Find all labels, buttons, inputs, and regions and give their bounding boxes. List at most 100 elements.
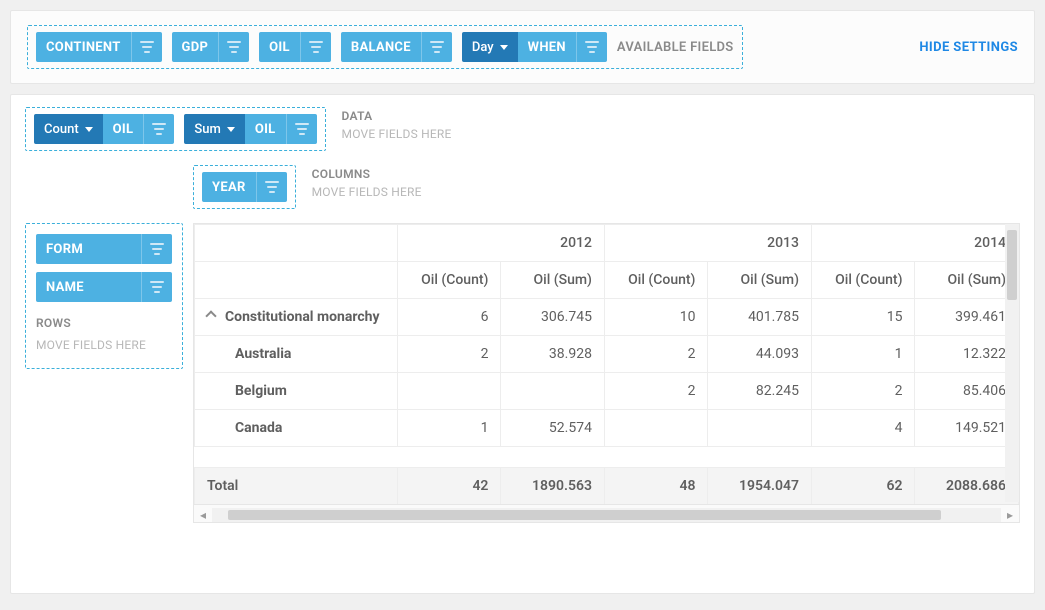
field-agg-selector[interactable]: Count bbox=[34, 114, 103, 144]
pivot-measure-header[interactable]: Oil (Count) bbox=[811, 262, 915, 299]
field-agg-label: Sum bbox=[194, 122, 220, 137]
pivot-cell: 10 bbox=[604, 299, 708, 336]
available-fields-label: AVAILABLE FIELDS bbox=[617, 40, 734, 55]
pivot-corner bbox=[195, 262, 398, 299]
field-agg-selector[interactable]: Day bbox=[462, 32, 518, 62]
pivot-cell: 2 bbox=[811, 373, 915, 410]
vertical-scrollbar[interactable] bbox=[1005, 224, 1019, 502]
pivot-measure-row: Oil (Count) Oil (Sum) Oil (Count) Oil (S… bbox=[195, 262, 1019, 299]
pivot-cell: 52.574 bbox=[501, 410, 605, 447]
field-label: CONTINENT bbox=[36, 32, 131, 62]
pivot-cell: 2 bbox=[604, 373, 708, 410]
pivot-panel: Count OIL Sum OIL DATA MOVE FIELDS HERE bbox=[10, 94, 1035, 594]
pivot-cell: 4 bbox=[811, 410, 915, 447]
field-chip-balance[interactable]: BALANCE bbox=[341, 32, 452, 62]
filter-icon[interactable] bbox=[576, 32, 607, 62]
filter-icon[interactable] bbox=[286, 114, 317, 144]
pivot-cell: 12.322 bbox=[915, 336, 1019, 373]
row-field-form[interactable]: FORM bbox=[36, 234, 172, 264]
field-agg-label: Day bbox=[472, 40, 494, 55]
field-label: NAME bbox=[36, 272, 141, 302]
pivot-measure-header[interactable]: Oil (Sum) bbox=[915, 262, 1019, 299]
data-fields-zone[interactable]: Count OIL Sum OIL bbox=[25, 107, 326, 151]
pivot-total-cell: 42 bbox=[397, 468, 501, 505]
data-field-oil-sum[interactable]: Sum OIL bbox=[184, 114, 316, 144]
field-chip-oil[interactable]: OIL bbox=[259, 32, 331, 62]
table-row: Belgium282.245285.406 bbox=[195, 373, 1019, 410]
chevron-down-icon bbox=[85, 127, 93, 132]
field-label: WHEN bbox=[518, 32, 576, 62]
pivot-measure-header[interactable]: Oil (Count) bbox=[397, 262, 501, 299]
field-label: FORM bbox=[36, 234, 141, 264]
pivot-year-header[interactable]: 2014 bbox=[811, 225, 1018, 262]
pivot-cell: 149.521 bbox=[915, 410, 1019, 447]
filter-icon[interactable] bbox=[300, 32, 331, 62]
field-agg-selector[interactable]: Sum bbox=[184, 114, 244, 144]
pivot-cell: 2 bbox=[397, 336, 501, 373]
columns-zone-label: COLUMNS MOVE FIELDS HERE bbox=[312, 165, 422, 201]
pivot-measure-header[interactable]: Oil (Sum) bbox=[708, 262, 812, 299]
pivot-cell: 1 bbox=[811, 336, 915, 373]
pivot-measure-header[interactable]: Oil (Sum) bbox=[501, 262, 605, 299]
table-row: Constitutional monarchy6306.74510401.785… bbox=[195, 299, 1019, 336]
pivot-year-header[interactable]: 2013 bbox=[604, 225, 811, 262]
column-field-year[interactable]: YEAR bbox=[202, 172, 287, 202]
chevron-down-icon bbox=[500, 45, 508, 50]
columns-fields-zone[interactable]: YEAR bbox=[193, 165, 296, 209]
field-label: OIL bbox=[245, 114, 286, 144]
settings-panel: CONTINENT GDP OIL BALANCE Day WHEN AVAIL… bbox=[10, 10, 1035, 84]
pivot-scroll[interactable]: 2012 2013 2014 Oil (Count) Oil (Sum) Oil… bbox=[194, 224, 1019, 504]
available-fields-zone[interactable]: CONTINENT GDP OIL BALANCE Day WHEN AVAIL… bbox=[27, 25, 743, 69]
pivot-cell bbox=[708, 410, 812, 447]
data-field-oil-count[interactable]: Count OIL bbox=[34, 114, 174, 144]
pivot-cell: 15 bbox=[811, 299, 915, 336]
pivot-cell: 44.093 bbox=[708, 336, 812, 373]
data-zone-label: DATA MOVE FIELDS HERE bbox=[342, 107, 452, 143]
pivot-total-cell: 1890.563 bbox=[501, 468, 605, 505]
pivot-grid: 2012 2013 2014 Oil (Count) Oil (Sum) Oil… bbox=[193, 223, 1020, 523]
pivot-total-cell: 62 bbox=[811, 468, 915, 505]
pivot-cell bbox=[397, 373, 501, 410]
pivot-row-header: Canada bbox=[195, 410, 398, 447]
filter-icon[interactable] bbox=[143, 114, 174, 144]
field-chip-gdp[interactable]: GDP bbox=[172, 32, 250, 62]
rows-zone-hint: MOVE FIELDS HERE bbox=[36, 338, 172, 352]
pivot-cell: 2 bbox=[604, 336, 708, 373]
field-chip-continent[interactable]: CONTINENT bbox=[36, 32, 162, 62]
pivot-cell: 6 bbox=[397, 299, 501, 336]
filter-icon[interactable] bbox=[141, 272, 172, 302]
pivot-measure-header[interactable]: Oil (Count) bbox=[604, 262, 708, 299]
hide-settings-button[interactable]: HIDE SETTINGS bbox=[919, 40, 1018, 55]
field-label: OIL bbox=[259, 32, 300, 62]
field-chip-when[interactable]: Day WHEN bbox=[462, 32, 607, 62]
scroll-left-icon[interactable]: ◂ bbox=[194, 506, 212, 524]
scroll-right-icon[interactable]: ▸ bbox=[1001, 506, 1019, 524]
filter-icon[interactable] bbox=[218, 32, 249, 62]
chevron-down-icon bbox=[227, 127, 235, 132]
pivot-row-header: Australia bbox=[195, 336, 398, 373]
filter-icon[interactable] bbox=[421, 32, 452, 62]
rows-fields-zone[interactable]: FORM NAME ROWS MOVE FIELDS HERE bbox=[25, 223, 183, 369]
rows-zone-title: ROWS bbox=[36, 316, 172, 330]
filter-icon[interactable] bbox=[131, 32, 162, 62]
filter-icon[interactable] bbox=[141, 234, 172, 264]
row-field-name[interactable]: NAME bbox=[36, 272, 172, 302]
horizontal-scrollbar[interactable]: ◂ ▸ bbox=[194, 504, 1019, 523]
pivot-cell: 401.785 bbox=[708, 299, 812, 336]
pivot-row-header[interactable]: Constitutional monarchy bbox=[195, 299, 398, 336]
pivot-cell: 82.245 bbox=[708, 373, 812, 410]
field-agg-label: Count bbox=[44, 122, 79, 137]
chevron-up-icon[interactable] bbox=[205, 310, 216, 321]
field-label: GDP bbox=[172, 32, 219, 62]
filter-icon[interactable] bbox=[256, 172, 287, 202]
field-label: YEAR bbox=[202, 172, 256, 202]
pivot-cell: 399.461 bbox=[915, 299, 1019, 336]
table-row: Australia238.928244.093112.322 bbox=[195, 336, 1019, 373]
pivot-cell: 38.928 bbox=[501, 336, 605, 373]
pivot-cell bbox=[501, 373, 605, 410]
pivot-year-header[interactable]: 2012 bbox=[397, 225, 604, 262]
pivot-cell: 1 bbox=[397, 410, 501, 447]
pivot-total-label: Total bbox=[195, 468, 398, 505]
pivot-cell: 306.745 bbox=[501, 299, 605, 336]
pivot-total-cell: 2088.686 bbox=[915, 468, 1019, 505]
